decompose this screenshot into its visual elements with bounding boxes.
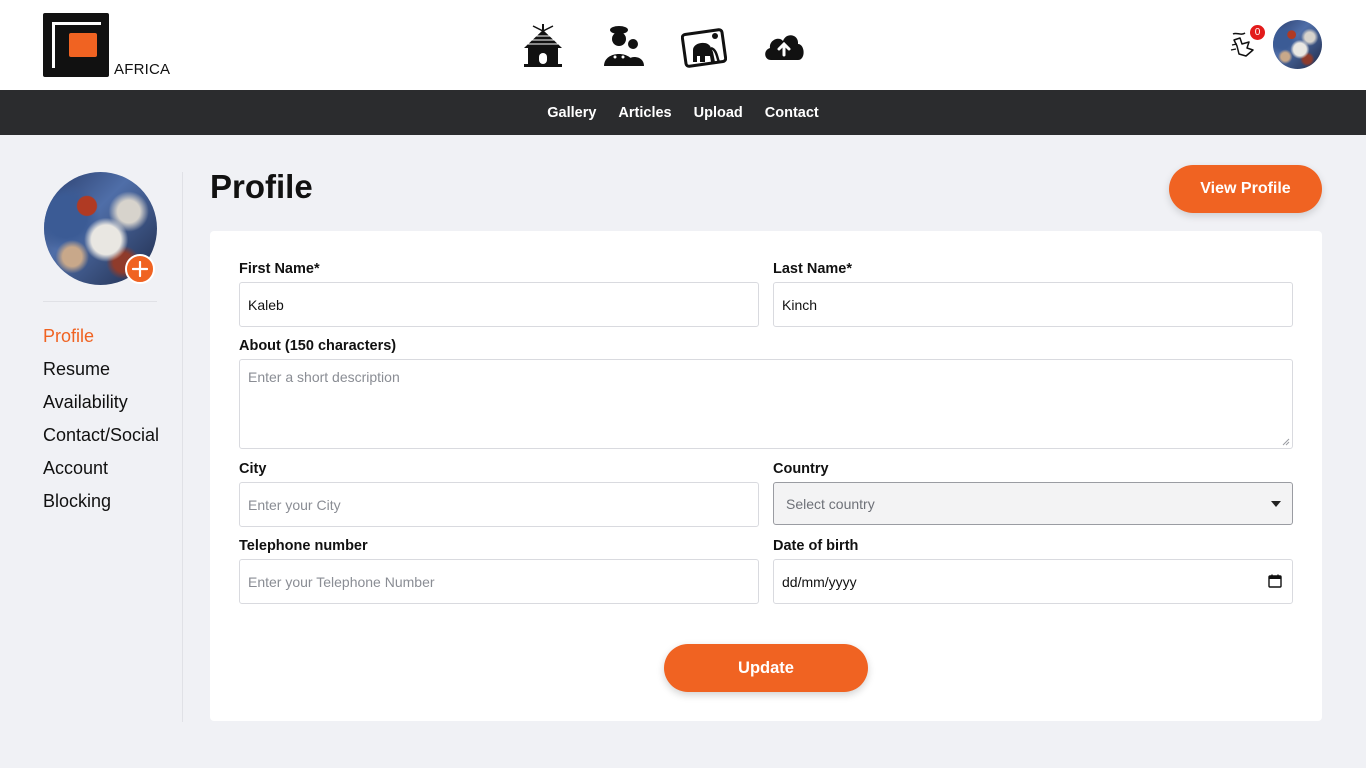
sidebar-item-account[interactable]: Account [43, 456, 159, 489]
sidebar-item-profile[interactable]: Profile [43, 324, 159, 357]
notification-button[interactable]: 0 [1229, 25, 1265, 62]
africa-logo[interactable]: AFRICA [43, 13, 183, 79]
hut-icon[interactable] [519, 20, 567, 70]
dropdown-caret-icon [1271, 501, 1281, 507]
nav-articles[interactable]: Articles [618, 105, 671, 121]
sidebar-menu: Profile Resume Availability Contact/Soci… [43, 324, 159, 522]
dob-value: dd/mm/yyyy [782, 573, 857, 590]
plus-icon [132, 261, 148, 277]
sidebar-item-blocking[interactable]: Blocking [43, 489, 159, 522]
city-input[interactable]: Enter your City [239, 482, 759, 527]
calendar-icon[interactable] [1268, 574, 1282, 588]
telephone-label: Telephone number [239, 538, 368, 554]
dob-label: Date of birth [773, 538, 859, 554]
top-bar: AFRICA 0 [0, 0, 1366, 90]
country-select[interactable]: Select country [773, 482, 1293, 525]
city-label: City [239, 461, 267, 477]
notification-count-badge: 0 [1250, 25, 1265, 40]
logo-text: AFRICA [114, 61, 171, 78]
first-name-label: First Name* [239, 261, 320, 277]
add-photo-button[interactable] [125, 254, 155, 284]
people-icon[interactable] [599, 20, 647, 70]
first-name-input[interactable]: Kaleb [239, 282, 759, 327]
telephone-input[interactable]: Enter your Telephone Number [239, 559, 759, 604]
view-profile-button[interactable]: View Profile [1169, 165, 1322, 213]
about-placeholder: Enter a short description [248, 369, 400, 385]
cloud-upload-icon[interactable] [760, 20, 808, 70]
main-nav: Gallery Articles Upload Contact [0, 90, 1366, 135]
user-avatar[interactable] [1273, 20, 1322, 69]
about-label: About (150 characters) [239, 338, 397, 354]
resize-grip-icon[interactable] [1282, 438, 1290, 446]
nav-gallery[interactable]: Gallery [547, 105, 596, 121]
profile-sidebar: Profile Resume Availability Contact/Soci… [43, 172, 183, 722]
nav-upload[interactable]: Upload [694, 105, 743, 121]
nav-contact[interactable]: Contact [765, 105, 819, 121]
last-name-label: Last Name* [773, 261, 852, 277]
update-button[interactable]: Update [664, 644, 868, 692]
country-label: Country [773, 461, 829, 477]
elephant-picture-icon[interactable] [680, 20, 728, 70]
sidebar-item-resume[interactable]: Resume [43, 357, 159, 390]
dob-input[interactable]: dd/mm/yyyy [773, 559, 1293, 604]
profile-form-card: First Name* Kaleb Last Name* Kinch About… [210, 231, 1322, 721]
sidebar-item-contact-social[interactable]: Contact/Social [43, 423, 159, 456]
sidebar-divider [43, 301, 157, 302]
logo-mark [43, 13, 109, 77]
page-title: Profile [210, 168, 313, 205]
sidebar-item-availability[interactable]: Availability [43, 390, 159, 423]
country-select-value: Select country [786, 495, 875, 512]
about-textarea[interactable]: Enter a short description [239, 359, 1293, 449]
last-name-input[interactable]: Kinch [773, 282, 1293, 327]
